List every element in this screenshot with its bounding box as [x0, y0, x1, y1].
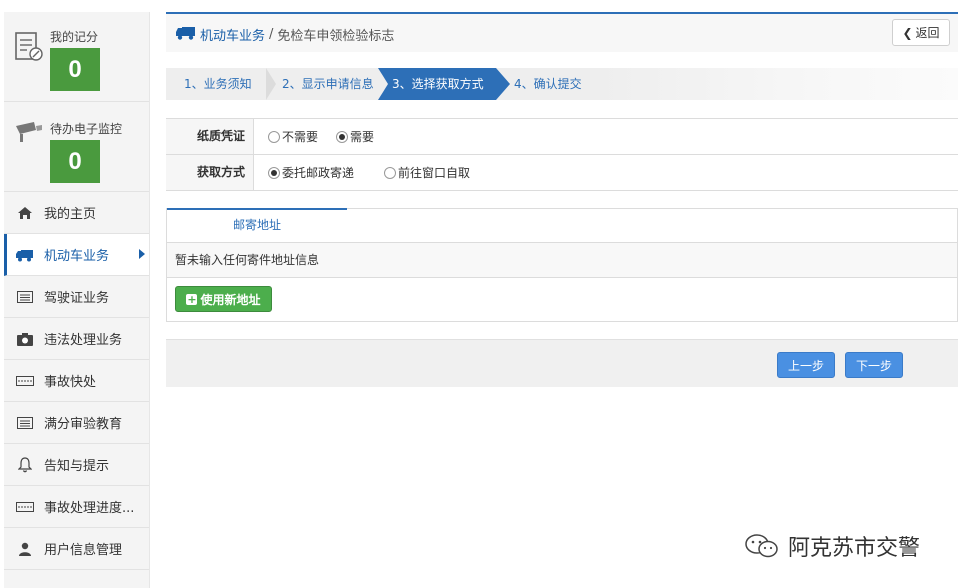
step-progress: 1、业务须知 2、显示申请信息 3、选择获取方式 4、确认提交	[166, 68, 958, 100]
next-step-button[interactable]: 下一步	[845, 352, 903, 378]
use-new-address-label: 使用新地址	[200, 292, 261, 307]
sidebar-item-license[interactable]: 驾驶证业务	[4, 276, 149, 318]
sidebar-item-accident-progress[interactable]: 事故处理进度...	[4, 486, 149, 528]
sidebar-item-label: 用户信息管理	[44, 543, 123, 558]
chevron-left-icon: ❮	[902, 25, 913, 40]
radio-label: 前往窗口自取	[398, 166, 471, 180]
step-track	[596, 68, 958, 100]
sidebar-item-label: 满分审验教育	[44, 417, 123, 432]
breadcrumb-separator: /	[269, 27, 274, 42]
radio-label: 需要	[350, 130, 375, 144]
sidebar: 我的记分 0 待办电子监控 0 我的主页 机动车业务 驾驶证业务 违法处理业务 …	[4, 12, 150, 588]
camera-icon	[16, 331, 34, 347]
id-card-icon	[16, 289, 34, 305]
sidebar-item-education[interactable]: 满分审验教育	[4, 402, 149, 444]
sidebar-item-label: 我的主页	[44, 207, 97, 222]
form-row-method: 获取方式 委托邮政寄递 前往窗口自取	[166, 155, 958, 191]
radio-paper-not-needed[interactable]: 不需要	[268, 128, 318, 145]
home-icon	[16, 205, 34, 221]
ticket-icon	[16, 499, 34, 515]
step-3-active: 3、选择获取方式	[378, 68, 510, 100]
watermark: 阿克苏市交警	[744, 530, 920, 562]
step-4: 4、确认提交	[514, 77, 582, 91]
sidebar-item-vehicle[interactable]: 机动车业务	[4, 234, 149, 276]
stat-my-points[interactable]: 我的记分 0	[4, 12, 149, 102]
wechat-icon	[744, 532, 780, 560]
breadcrumb: 机动车业务 / 免检车申领检验标志	[176, 25, 394, 44]
sidebar-item-label: 机动车业务	[44, 249, 110, 264]
user-icon	[16, 541, 34, 557]
page-title: 免检车申领检验标志	[277, 29, 395, 44]
step-1: 1、业务须知	[184, 77, 252, 91]
sidebar-item-user-info[interactable]: 用户信息管理	[4, 528, 149, 570]
radio-dot	[268, 130, 280, 143]
page: 我的记分 0 待办电子监控 0 我的主页 机动车业务 驾驶证业务 违法处理业务 …	[0, 0, 958, 588]
delivery-form: 纸质凭证 不需要 需要 获取方式 委托邮政寄递 前往窗口自取	[166, 118, 958, 191]
form-row-paper: 纸质凭证 不需要 需要	[166, 119, 958, 155]
sidebar-item-accident-quick[interactable]: 事故快处	[4, 360, 149, 402]
watermark-text: 阿克苏市交警	[788, 536, 921, 561]
address-section: 邮寄地址 暂未输入任何寄件地址信息 + 使用新地址	[166, 208, 958, 322]
list-card-icon	[16, 415, 34, 431]
radio-method-postal[interactable]: 委托邮政寄递	[268, 164, 354, 181]
step-2: 2、显示申请信息	[282, 77, 374, 91]
paper-label: 纸质凭证	[166, 119, 254, 154]
radio-paper-needed[interactable]: 需要	[336, 128, 374, 145]
sidebar-item-violation[interactable]: 违法处理业务	[4, 318, 149, 360]
address-empty-text: 暂未输入任何寄件地址信息	[167, 242, 957, 278]
tab-mailing-address[interactable]: 邮寄地址	[167, 208, 347, 242]
stat-count: 0	[50, 48, 100, 91]
back-button[interactable]: ❮ 返回	[892, 19, 950, 46]
ticket-icon	[16, 373, 34, 389]
method-options: 委托邮政寄递 前往窗口自取	[254, 155, 488, 190]
main-content: 机动车业务 / 免检车申领检验标志 ❮ 返回 1、业务须知 2、显示申请信息 3…	[166, 12, 958, 387]
document-edit-icon	[12, 30, 44, 62]
sidebar-item-home[interactable]: 我的主页	[4, 192, 149, 234]
header-bar: 机动车业务 / 免检车申领检验标志 ❮ 返回	[166, 12, 958, 52]
truck-icon	[176, 25, 196, 44]
sidebar-item-label: 事故快处	[44, 375, 97, 390]
previous-step-button[interactable]: 上一步	[777, 352, 835, 378]
radio-dot	[336, 130, 349, 143]
back-button-label: 返回	[915, 26, 940, 40]
footer-bar: 上一步 下一步	[166, 339, 958, 387]
stat-count: 0	[50, 140, 100, 183]
stat-pending-monitoring[interactable]: 待办电子监控 0	[4, 102, 149, 192]
stat-label: 待办电子监控	[50, 122, 123, 136]
sidebar-item-label: 事故处理进度...	[44, 501, 135, 516]
use-new-address-button[interactable]: + 使用新地址	[175, 286, 272, 312]
sidebar-item-notices[interactable]: 告知与提示	[4, 444, 149, 486]
radio-method-window[interactable]: 前往窗口自取	[384, 164, 470, 181]
surveillance-camera-icon	[12, 116, 44, 148]
breadcrumb-section[interactable]: 机动车业务	[200, 25, 265, 44]
sidebar-item-label: 告知与提示	[44, 459, 110, 474]
plus-icon: +	[186, 292, 198, 306]
paper-options: 不需要 需要	[254, 119, 392, 154]
stat-label: 我的记分	[50, 30, 99, 44]
method-label: 获取方式	[166, 155, 254, 190]
radio-dot	[384, 166, 397, 179]
radio-label: 不需要	[282, 130, 319, 144]
radio-dot	[268, 166, 280, 179]
step-separator	[266, 68, 276, 100]
sidebar-item-label: 驾驶证业务	[44, 291, 110, 306]
sidebar-item-label: 违法处理业务	[44, 333, 123, 348]
bell-icon	[16, 456, 34, 473]
chevron-right-icon	[139, 249, 145, 259]
radio-label: 委托邮政寄递	[282, 166, 355, 180]
truck-icon	[16, 247, 34, 263]
